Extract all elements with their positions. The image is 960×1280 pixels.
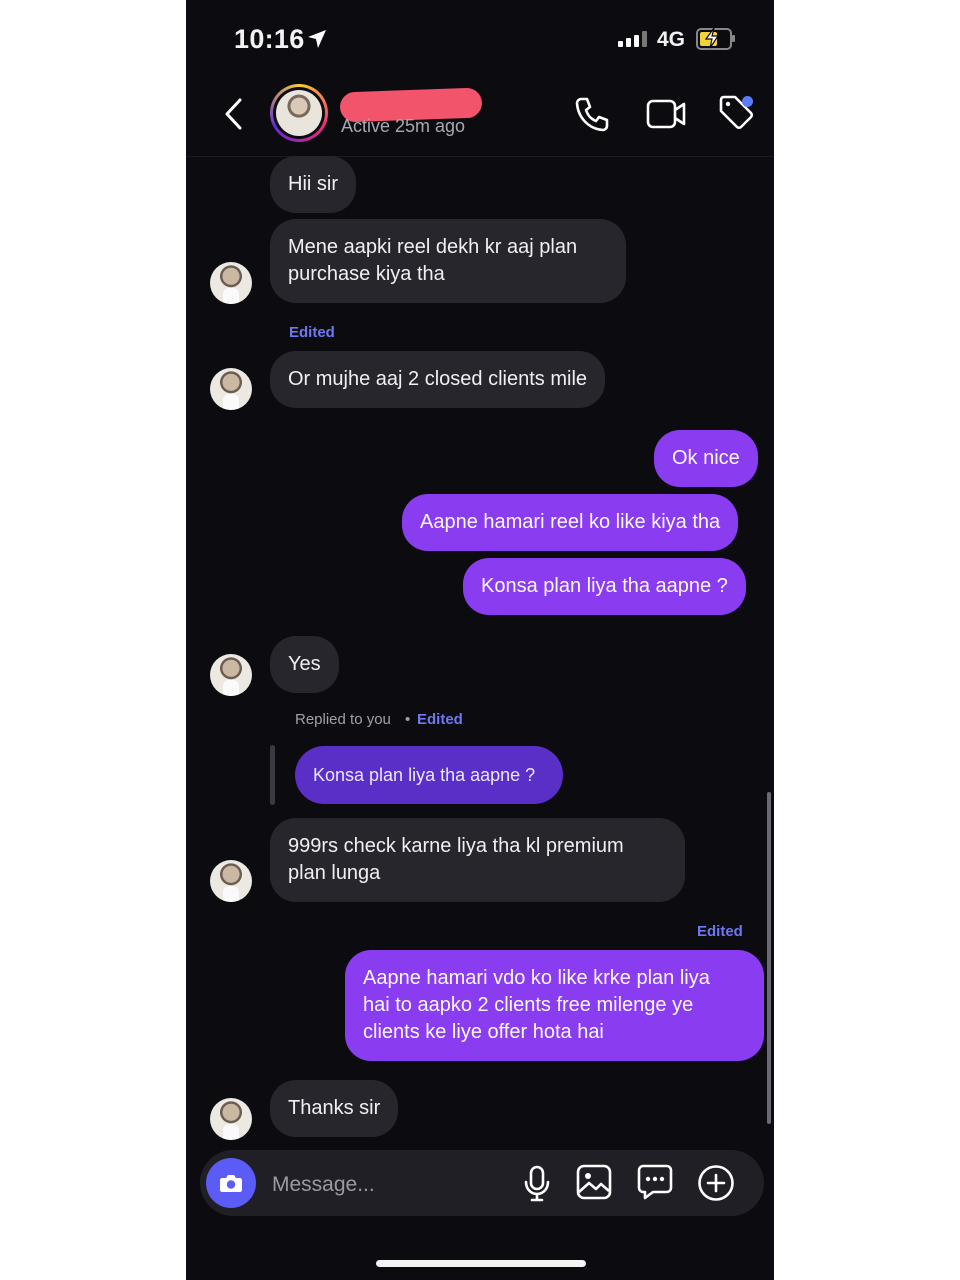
edited-label: Edited bbox=[697, 923, 743, 940]
separator-dot: • bbox=[405, 711, 411, 728]
chat-header: Active 25m ago bbox=[186, 78, 774, 157]
video-icon[interactable] bbox=[645, 96, 687, 132]
gallery-icon[interactable] bbox=[576, 1164, 612, 1200]
reply-quote-bar bbox=[270, 745, 275, 805]
home-indicator[interactable] bbox=[376, 1260, 586, 1267]
status-bar: 10:16 4G bbox=[186, 0, 774, 78]
dm-screen: 10:16 4G Active 25m ago Hii sir Mene aap… bbox=[186, 0, 774, 1280]
sticker-icon[interactable] bbox=[637, 1164, 673, 1200]
message-bubble-incoming[interactable]: Or mujhe aaj 2 closed clients mile bbox=[270, 351, 606, 408]
message-bubble-incoming[interactable]: 999rs check karne liya tha kl premium pl… bbox=[270, 818, 685, 902]
message-input[interactable] bbox=[270, 1170, 504, 1200]
back-icon[interactable] bbox=[222, 96, 246, 132]
sender-avatar[interactable] bbox=[210, 1098, 252, 1140]
chat-scrollbar[interactable] bbox=[767, 792, 771, 1124]
message-bubble-outgoing[interactable]: Aapne hamari vdo ko like krke plan liya … bbox=[345, 950, 764, 1061]
sender-avatar[interactable] bbox=[210, 262, 252, 304]
message-bubble-outgoing[interactable]: Konsa plan liya tha aapne ? bbox=[463, 558, 746, 615]
sender-avatar[interactable] bbox=[210, 368, 252, 410]
message-composer bbox=[200, 1150, 764, 1216]
camera-icon bbox=[220, 1175, 242, 1192]
message-bubble-incoming[interactable]: Mene aapki reel dekh kr aaj plan purchas… bbox=[270, 219, 626, 303]
message-bubble-incoming[interactable]: Hii sir bbox=[270, 156, 356, 213]
network-type: 4G bbox=[657, 28, 686, 51]
edited-label: Edited bbox=[417, 711, 463, 728]
reply-quote-bubble[interactable]: Konsa plan liya tha aapne ? bbox=[295, 746, 563, 804]
edited-label: Edited bbox=[289, 324, 335, 341]
sender-avatar[interactable] bbox=[210, 860, 252, 902]
call-icon[interactable] bbox=[572, 94, 612, 134]
message-bubble-incoming[interactable]: Yes bbox=[270, 636, 339, 693]
replied-to-you-label: Replied to you bbox=[295, 711, 391, 728]
notification-dot bbox=[742, 96, 753, 107]
contact-active-status: Active 25m ago bbox=[341, 116, 466, 136]
location-arrow-icon bbox=[308, 30, 326, 48]
charging-bolt-icon bbox=[704, 27, 720, 49]
message-bubble-incoming[interactable]: Thanks sir bbox=[270, 1080, 399, 1137]
mic-icon[interactable] bbox=[522, 1165, 552, 1203]
message-bubble-outgoing[interactable]: Aapne hamari reel ko like kiya tha bbox=[402, 494, 739, 551]
signal-icon bbox=[618, 31, 647, 47]
camera-button[interactable] bbox=[206, 1158, 256, 1208]
contact-avatar[interactable] bbox=[270, 84, 328, 142]
plus-icon[interactable] bbox=[697, 1164, 735, 1202]
battery-cap bbox=[732, 35, 735, 42]
sender-avatar[interactable] bbox=[210, 654, 252, 696]
message-bubble-outgoing[interactable]: Ok nice bbox=[654, 430, 758, 487]
status-time: 10:16 bbox=[234, 24, 305, 54]
